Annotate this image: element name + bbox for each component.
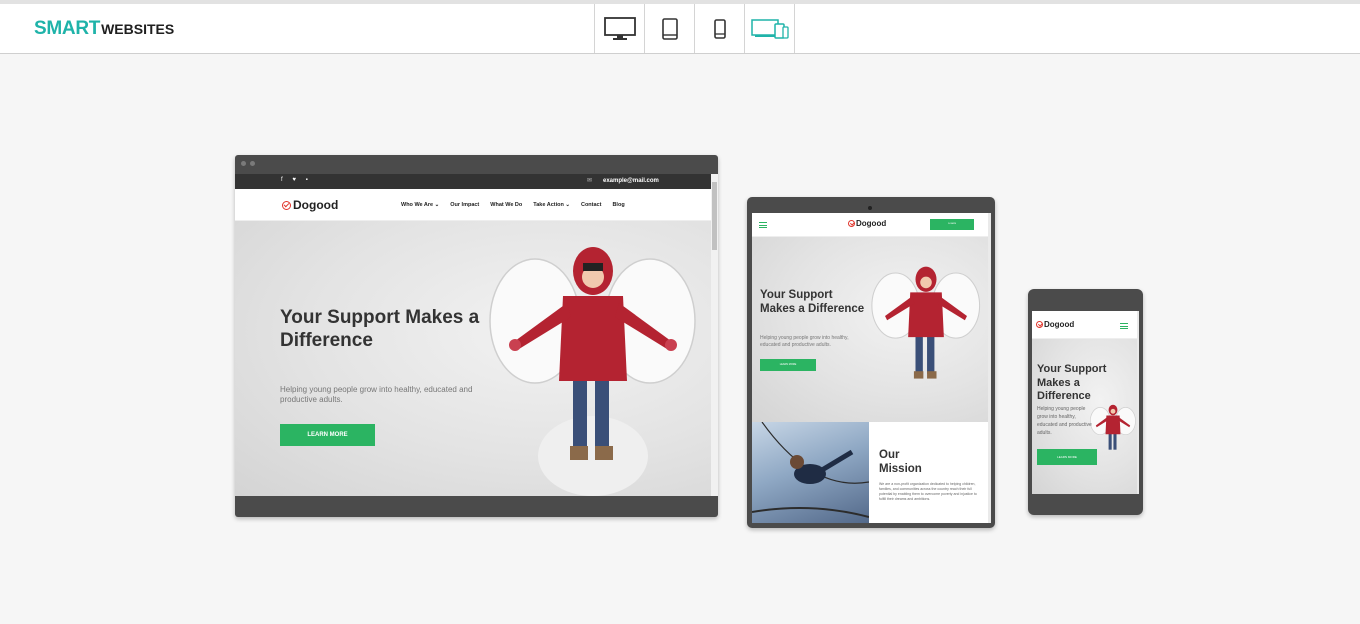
- hero-subtitle-phone: Helping young people grow into healthy, …: [1037, 406, 1092, 436]
- heart-check-icon: [848, 220, 855, 227]
- contact-email[interactable]: example@mail.com: [603, 178, 659, 184]
- learn-more-button-tablet[interactable]: LEARN MORE: [760, 359, 816, 371]
- menu-item-contact[interactable]: Contact: [581, 202, 601, 208]
- dogood-logo-tablet[interactable]: Dogood: [848, 219, 886, 228]
- tablet-icon: [661, 17, 678, 40]
- brand-name: Dogood: [293, 198, 339, 212]
- donate-button[interactable]: DONATE: [930, 219, 974, 230]
- hero-subtitle: Helping young people grow into healthy, …: [280, 385, 473, 404]
- hero-section: Your Support Makes a Difference Helping …: [235, 221, 711, 496]
- logo-text-sub: WEBSITES: [101, 21, 175, 37]
- hero-title-phone: Your Support Makes a Difference: [1037, 363, 1107, 402]
- main-menu: Who We Are ⌄ Our Impact What We Do Take …: [401, 202, 625, 208]
- heart-check-icon: [282, 200, 291, 210]
- tablet-hero: Your Support Makes a Difference Helping …: [752, 237, 988, 422]
- phone-nav: Dogood: [1032, 311, 1137, 339]
- utility-bar: f ♥ ▪ ✉ example@mail.com: [235, 174, 711, 189]
- menu-item-our-impact[interactable]: Our Impact: [450, 202, 479, 208]
- desktop-view-button[interactable]: [595, 4, 645, 53]
- logo-text-main: SMART: [34, 18, 101, 39]
- learn-more-button[interactable]: LEARN MORE: [280, 424, 375, 446]
- mission-photo: [752, 422, 869, 523]
- hero-subtitle-tablet: Helping young people grow into healthy, …: [760, 335, 849, 348]
- hero-image: [489, 247, 696, 496]
- mission-text: We are a non-profit organization dedicat…: [879, 482, 977, 501]
- dogood-logo-phone[interactable]: Dogood: [1036, 320, 1074, 329]
- menu-item-what-we-do[interactable]: What We Do: [490, 202, 522, 208]
- phone-scrollbar[interactable]: [1137, 311, 1139, 494]
- brand-name-phone: Dogood: [1044, 320, 1075, 329]
- tablet-nav: Dogood DONATE: [752, 213, 988, 237]
- mail-icon: ✉: [587, 178, 593, 184]
- all-devices-icon: [750, 18, 789, 39]
- device-switcher: [594, 4, 795, 53]
- menu-item-who-we-are[interactable]: Who We Are ⌄: [401, 202, 439, 208]
- hero-title: Your Support Makes a Difference: [280, 307, 480, 351]
- desktop-nav: Dogood Who We Are ⌄ Our Impact What We D…: [235, 189, 711, 221]
- smartwebsites-logo[interactable]: SMART WEBSITES: [34, 18, 174, 40]
- phone-icon: [713, 18, 726, 39]
- tablet-scrollbar[interactable]: [988, 213, 991, 523]
- mission-section: Our Mission We are a non-profit organiza…: [752, 422, 988, 523]
- tablet-preview: Dogood DONATE Your Support Makes a Diffe…: [747, 197, 995, 528]
- desktop-preview: f ♥ ▪ ✉ example@mail.com Dogood Who We A…: [235, 155, 718, 517]
- menu-item-take-action[interactable]: Take Action ⌄: [533, 202, 570, 208]
- phone-view-button[interactable]: [695, 4, 745, 53]
- brand-name-tablet: Dogood: [856, 219, 887, 228]
- mission-title: Our Mission: [879, 449, 922, 475]
- desktop-scrollbar[interactable]: [711, 174, 718, 496]
- top-bar: SMART WEBSITES: [0, 0, 1360, 54]
- tablet-view-button[interactable]: [645, 4, 695, 53]
- desktop-icon: [603, 16, 636, 40]
- hero-image-tablet: [871, 266, 981, 379]
- dogood-logo[interactable]: Dogood: [282, 198, 338, 212]
- phone-screen: Dogood Your Support Makes a Difference H…: [1032, 311, 1137, 494]
- window-dots: [241, 161, 255, 166]
- hamburger-menu-icon[interactable]: [1120, 323, 1128, 329]
- desktop-screen: f ♥ ▪ ✉ example@mail.com Dogood Who We A…: [235, 174, 711, 496]
- heart-check-icon: [1036, 321, 1043, 328]
- menu-item-blog[interactable]: Blog: [612, 202, 624, 208]
- learn-more-button-phone[interactable]: LEARN MORE: [1037, 449, 1097, 465]
- tablet-camera: [868, 206, 872, 210]
- social-icons[interactable]: f ♥ ▪: [281, 177, 312, 183]
- phone-preview: Dogood Your Support Makes a Difference H…: [1028, 289, 1143, 515]
- phone-hero: Your Support Makes a Difference Helping …: [1032, 339, 1137, 494]
- tablet-screen: Dogood DONATE Your Support Makes a Diffe…: [752, 213, 988, 523]
- hamburger-menu-icon[interactable]: [759, 222, 767, 228]
- hero-title-tablet: Your Support Makes a Difference: [760, 289, 865, 315]
- all-devices-view-button[interactable]: [745, 4, 795, 53]
